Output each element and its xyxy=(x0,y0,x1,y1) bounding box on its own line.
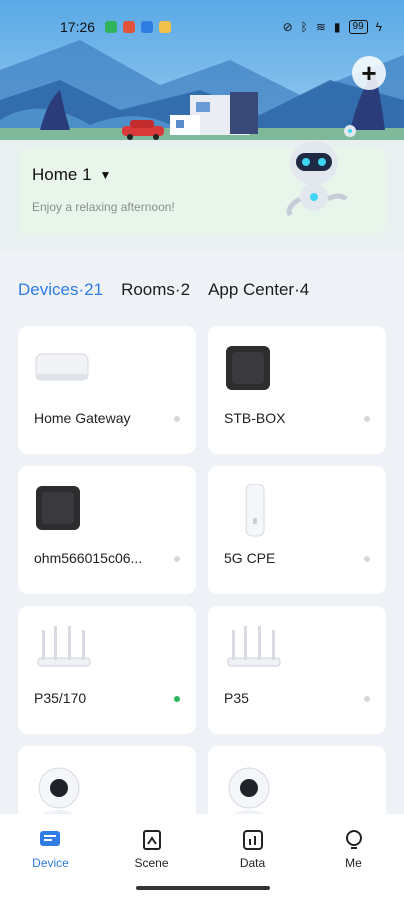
app-notification-icon xyxy=(105,21,118,33)
data-icon xyxy=(242,830,263,850)
tab-bar: Devices·21 Rooms·2 App Center·4 xyxy=(18,280,309,300)
status-dot xyxy=(174,416,180,422)
home-card: Home 1 ▼ Enjoy a relaxing afternoon! xyxy=(18,125,386,234)
stb-box-icon xyxy=(226,346,270,390)
me-icon xyxy=(345,830,362,849)
device-card-home-gateway[interactable]: Home Gateway xyxy=(18,326,196,454)
gateway-icon xyxy=(35,353,89,381)
tab-devices-count: 21 xyxy=(84,280,104,299)
nav-data-label: Data xyxy=(239,856,266,870)
nav-scene-label: Scene xyxy=(134,856,169,870)
tab-rooms-label: Rooms xyxy=(121,280,175,299)
tab-rooms-count: 2 xyxy=(180,280,191,299)
status-dot xyxy=(364,416,370,422)
router-icon xyxy=(37,626,91,667)
app-notification-icon xyxy=(123,21,136,33)
signal-icon: ▮ xyxy=(333,20,341,34)
home-indicator xyxy=(136,886,270,890)
tab-devices[interactable]: Devices·21 xyxy=(18,280,103,300)
router-icon xyxy=(227,626,281,667)
battery-indicator: 99 xyxy=(348,20,368,34)
device-card-stb-box[interactable]: STB-BOX xyxy=(208,326,386,454)
wifi-icon: ≋ xyxy=(315,20,326,34)
notification-icons xyxy=(105,21,172,33)
device-card-p35-170[interactable]: P35/170 xyxy=(18,606,196,734)
robot-mascot-icon xyxy=(286,125,356,217)
home-selector[interactable]: Home 1 ▼ xyxy=(32,165,111,185)
device-card-5g-cpe[interactable]: 5G CPE xyxy=(208,466,386,594)
charging-icon: ϟ xyxy=(375,20,382,34)
device-name: 5G CPE xyxy=(224,550,276,566)
bluetooth-icon: ᛒ xyxy=(300,20,308,34)
status-dot xyxy=(174,556,180,562)
app-notification-icon xyxy=(159,21,172,33)
tab-app-center-count: 4 xyxy=(299,280,310,299)
tab-app-center[interactable]: App Center·4 xyxy=(208,280,309,300)
home-subtitle: Enjoy a relaxing afternoon! xyxy=(32,200,175,214)
plus-icon: + xyxy=(361,58,377,88)
device-name: P35 xyxy=(224,690,249,706)
status-dot xyxy=(174,696,180,702)
cpe-icon xyxy=(245,484,265,537)
device-card-box[interactable]: ohm566015c06... xyxy=(18,466,196,594)
home-title: Home 1 xyxy=(32,165,92,184)
nav-device-label: Device xyxy=(32,856,69,870)
device-name: ohm566015c06... xyxy=(34,550,143,566)
status-bar: 17:26 ⊘ ᛒ ≋ ▮ 99 ϟ xyxy=(0,0,404,54)
system-status: ⊘ ᛒ ≋ ▮ 99 ϟ xyxy=(283,20,382,34)
device-name: STB-BOX xyxy=(224,410,286,426)
add-device-button[interactable]: + xyxy=(352,56,386,90)
device-name: P35/170 xyxy=(34,690,87,706)
app-notification-icon xyxy=(141,21,154,33)
device-name: Home Gateway xyxy=(34,410,131,426)
status-dot xyxy=(364,556,370,562)
scene-icon xyxy=(142,830,161,850)
tab-devices-label: Devices xyxy=(18,280,79,299)
tab-rooms[interactable]: Rooms·2 xyxy=(121,280,190,300)
device-card-p35[interactable]: P35 xyxy=(208,606,386,734)
status-dot xyxy=(364,696,370,702)
nav-me-label: Me xyxy=(345,856,362,870)
box-icon xyxy=(36,486,80,530)
caret-down-icon: ▼ xyxy=(99,168,112,182)
nav-device[interactable]: Device xyxy=(11,828,91,900)
nav-me[interactable]: Me xyxy=(314,828,394,900)
mute-icon: ⊘ xyxy=(282,20,293,34)
tab-app-center-label: App Center xyxy=(208,280,295,299)
status-time: 17:26 xyxy=(60,19,96,35)
device-icon xyxy=(39,831,60,846)
